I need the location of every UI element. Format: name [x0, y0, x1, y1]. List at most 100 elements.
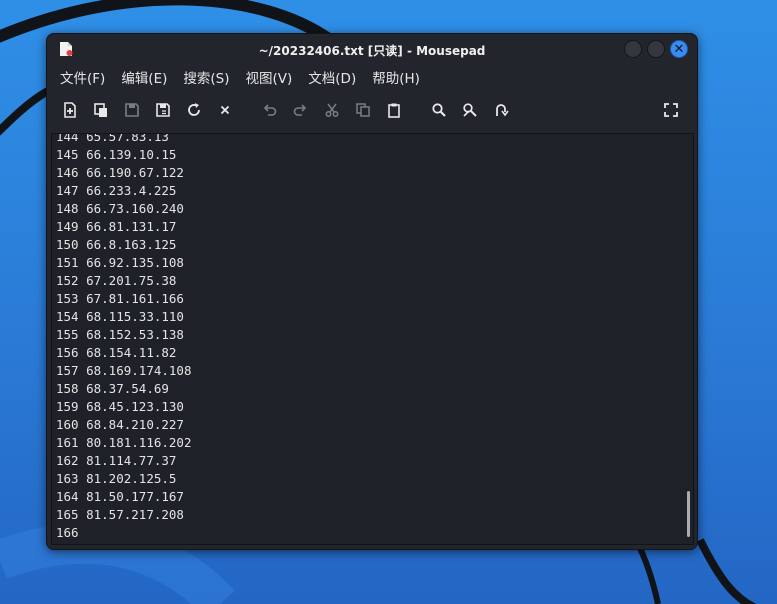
text-line: 159 68.45.123.130: [56, 398, 191, 416]
menu-edit[interactable]: 编辑(E): [121, 67, 167, 91]
line-text: 68.37.54.69: [86, 381, 169, 396]
text-line: 153 67.81.161.166: [56, 290, 191, 308]
line-number: 164: [56, 489, 79, 504]
menu-search[interactable]: 搜索(S): [183, 67, 229, 91]
text-line: 146 66.190.67.122: [56, 164, 191, 182]
text-line: 150 66.8.163.125: [56, 236, 191, 254]
title-bar[interactable]: ~/20232406.txt [只读] - Mousepad ✕: [47, 34, 697, 64]
text-editor[interactable]: 144 65.57.83.13 145 66.139.10.15 146 66.19…: [51, 133, 694, 545]
line-text: 68.115.33.110: [86, 309, 184, 324]
line-number: 144: [56, 133, 79, 144]
copy-button[interactable]: [352, 99, 374, 121]
line-text: 68.154.11.82: [86, 345, 177, 360]
line-number: 145: [56, 147, 79, 162]
text-lines: 144 65.57.83.13 145 66.139.10.15 146 66.19…: [56, 133, 192, 542]
save-icon: [125, 103, 139, 117]
line-number: 149: [56, 219, 79, 234]
copy-icon: [356, 103, 370, 117]
text-line: 152 67.201.75.38: [56, 272, 191, 290]
line-number: 159: [56, 399, 79, 414]
text-line: 155 68.152.53.138: [56, 326, 191, 344]
find-button[interactable]: [428, 99, 450, 121]
line-text: 67.81.161.166: [86, 291, 184, 306]
text-line: 164 81.50.177.167: [56, 488, 191, 506]
text-line: 158 68.37.54.69: [56, 380, 191, 398]
line-number: 153: [56, 291, 79, 306]
line-text: 81.114.77.37: [86, 453, 177, 468]
toolbar: [47, 95, 697, 125]
reload-button[interactable]: [183, 99, 205, 121]
undo-button[interactable]: [259, 99, 281, 121]
new-document-button[interactable]: [59, 99, 81, 121]
line-text: 68.45.123.130: [86, 399, 184, 414]
line-text: 68.84.210.227: [86, 417, 184, 432]
find-replace-icon: [463, 103, 477, 117]
line-text: 66.73.160.240: [86, 201, 184, 216]
cut-button[interactable]: [321, 99, 343, 121]
save-as-button[interactable]: [152, 99, 174, 121]
line-number: 152: [56, 273, 79, 288]
close-document-icon: [220, 105, 230, 115]
line-text: 66.233.4.225: [86, 183, 177, 198]
menu-view[interactable]: 视图(V): [246, 67, 293, 91]
paste-button[interactable]: [383, 99, 405, 121]
line-number: 157: [56, 363, 79, 378]
line-number: 165: [56, 507, 79, 522]
redo-icon: [293, 104, 307, 116]
line-number: 146: [56, 165, 79, 180]
text-line: 162 81.114.77.37: [56, 452, 191, 470]
text-line: 148 66.73.160.240: [56, 200, 191, 218]
text-line: 147 66.233.4.225: [56, 182, 191, 200]
menu-bar: 文件(F) 编辑(E) 搜索(S) 视图(V) 文档(D) 帮助(H): [47, 67, 697, 91]
save-as-icon: [156, 103, 170, 117]
line-number: 166: [56, 525, 79, 540]
undo-icon: [263, 104, 277, 116]
close-icon: ✕: [673, 41, 685, 57]
line-number: 156: [56, 345, 79, 360]
save-button[interactable]: [121, 99, 143, 121]
line-number: 155: [56, 327, 79, 342]
window-title: ~/20232406.txt [只读] - Mousepad: [258, 44, 486, 58]
fullscreen-button[interactable]: [660, 99, 682, 121]
text-line: 160 68.84.210.227: [56, 416, 191, 434]
line-text: 67.201.75.38: [86, 273, 177, 288]
new-window-button[interactable]: [90, 99, 112, 121]
text-line: 165 81.57.217.208: [56, 506, 191, 524]
redo-button[interactable]: [289, 99, 311, 121]
new-window-icon: [94, 103, 107, 117]
fullscreen-icon: [664, 103, 678, 117]
go-to-line-button[interactable]: [490, 99, 512, 121]
menu-document[interactable]: 文档(D): [308, 67, 356, 91]
text-line: 156 68.154.11.82: [56, 344, 191, 362]
text-line: 161 80.181.116.202: [56, 434, 191, 452]
close-document-button[interactable]: [214, 99, 236, 121]
line-text: 66.81.131.17: [86, 219, 177, 234]
line-number: 158: [56, 381, 79, 396]
maximize-button[interactable]: [647, 40, 665, 58]
menu-file[interactable]: 文件(F): [60, 67, 105, 91]
text-line: 144 65.57.83.13: [56, 133, 191, 146]
line-number: 151: [56, 255, 79, 270]
new-document-icon: [64, 102, 76, 118]
close-button[interactable]: ✕: [670, 40, 688, 58]
menu-help[interactable]: 帮助(H): [372, 67, 420, 91]
text-line: 151 66.92.135.108: [56, 254, 191, 272]
minimize-button[interactable]: [624, 40, 642, 58]
find-replace-button[interactable]: [459, 99, 481, 121]
line-number: 162: [56, 453, 79, 468]
scissors-icon: [325, 103, 339, 117]
line-number: 163: [56, 471, 79, 486]
text-line: 166: [56, 524, 191, 542]
line-text: 81.50.177.167: [86, 489, 184, 504]
line-number: 150: [56, 237, 79, 252]
line-text: 80.181.116.202: [86, 435, 192, 450]
vertical-scrollbar[interactable]: [687, 491, 690, 537]
search-icon: [432, 103, 446, 117]
mousepad-window: ~/20232406.txt [只读] - Mousepad ✕ 文件(F) 编…: [46, 33, 698, 550]
line-text: 66.139.10.15: [86, 147, 177, 162]
line-text: 68.169.174.108: [86, 363, 192, 378]
line-number: 154: [56, 309, 79, 324]
line-text: 81.57.217.208: [86, 507, 184, 522]
text-line: 163 81.202.125.5: [56, 470, 191, 488]
line-text: 65.57.83.13: [86, 133, 169, 144]
